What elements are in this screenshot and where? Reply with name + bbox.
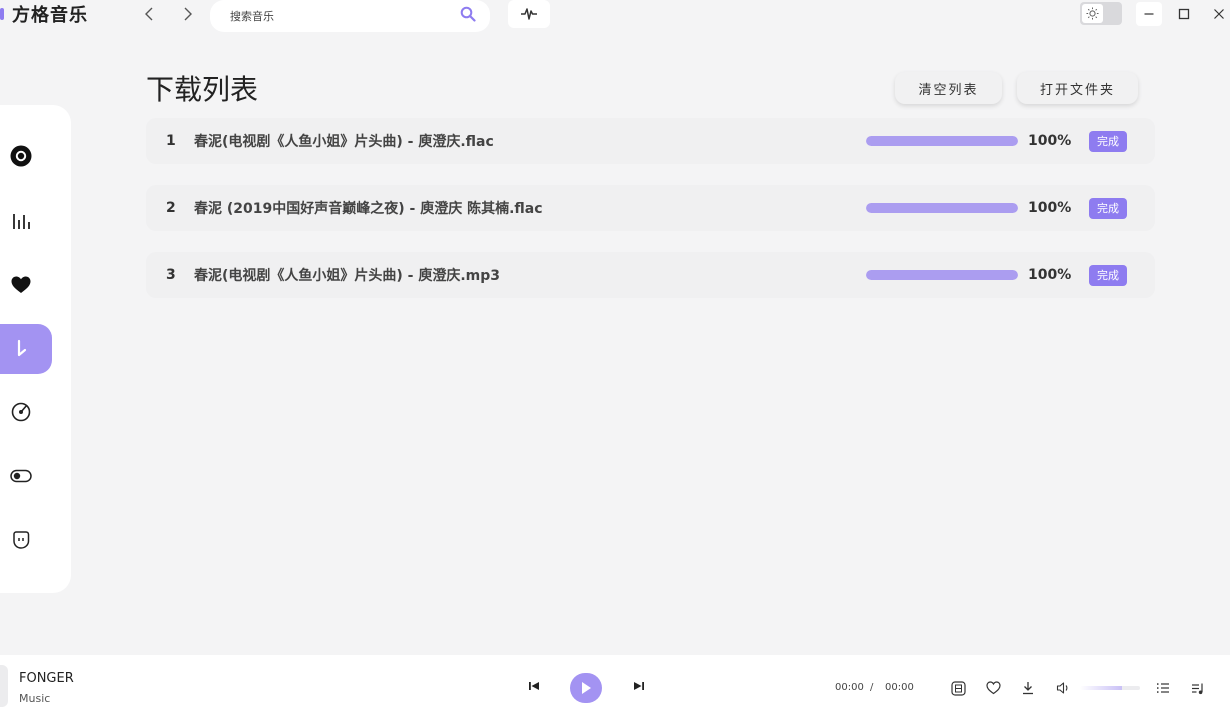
download-progress-bar bbox=[866, 203, 1018, 213]
previous-button[interactable] bbox=[523, 675, 545, 697]
waveform-icon bbox=[521, 8, 537, 20]
download-file-name: 春泥 (2019中国好声音巅峰之夜) - 庾澄庆 陈其楠.flac bbox=[194, 201, 543, 217]
play-button[interactable] bbox=[570, 673, 602, 703]
page-title: 下载列表 bbox=[146, 73, 259, 106]
logo-mark bbox=[0, 8, 4, 20]
minimize-button[interactable] bbox=[1136, 2, 1162, 26]
list-order-icon bbox=[1157, 683, 1169, 693]
skip-previous-icon bbox=[529, 682, 539, 690]
volume-icon bbox=[1056, 682, 1067, 694]
lyrics-icon bbox=[950, 680, 966, 696]
download-index: 3 bbox=[166, 267, 176, 283]
close-button[interactable] bbox=[1206, 2, 1230, 26]
song-artist: Music bbox=[19, 692, 51, 705]
download-percent: 100% bbox=[1028, 267, 1072, 283]
download-row[interactable]: 1 春泥(电视剧《人鱼小姐》片头曲) - 庾澄庆.flac 100% 完成 bbox=[146, 118, 1155, 164]
download-icon bbox=[17, 339, 27, 357]
next-button[interactable] bbox=[628, 675, 650, 697]
download-row[interactable]: 3 春泥(电视剧《人鱼小姐》片头曲) - 庾澄庆.mp3 100% 完成 bbox=[146, 252, 1155, 298]
playlist-icon bbox=[1192, 683, 1203, 694]
maximize-icon bbox=[1178, 8, 1190, 20]
sidebar-item-favorites[interactable] bbox=[0, 260, 52, 310]
download-file-name: 春泥(电视剧《人鱼小姐》片头曲) - 庾澄庆.flac bbox=[194, 134, 494, 150]
download-button[interactable] bbox=[1019, 679, 1037, 697]
maximize-button[interactable] bbox=[1171, 2, 1197, 26]
download-progress-fill bbox=[866, 270, 1018, 280]
sidebar-item-radio[interactable] bbox=[0, 387, 52, 437]
total-time: 00:00 bbox=[885, 682, 914, 693]
skip-next-icon bbox=[634, 682, 644, 690]
download-list: 1 春泥(电视剧《人鱼小姐》片头曲) - 庾澄庆.flac 100% 完成 2 … bbox=[146, 118, 1155, 319]
playback-mode-button[interactable] bbox=[1154, 679, 1172, 697]
minimize-icon bbox=[1144, 13, 1154, 15]
sidebar-item-settings[interactable] bbox=[0, 451, 52, 501]
lyrics-button[interactable] bbox=[949, 679, 967, 697]
download-percent: 100% bbox=[1028, 200, 1072, 216]
search-input[interactable] bbox=[230, 9, 460, 23]
clear-list-button[interactable]: 清空列表 bbox=[895, 72, 1002, 104]
theme-toggle[interactable] bbox=[1080, 2, 1122, 25]
like-button[interactable] bbox=[984, 679, 1002, 697]
app-logo: 方格音乐 bbox=[0, 2, 88, 26]
back-button[interactable] bbox=[140, 4, 160, 24]
album-cover[interactable] bbox=[0, 665, 8, 707]
status-badge: 完成 bbox=[1089, 130, 1127, 152]
sun-icon bbox=[1086, 7, 1099, 20]
close-icon bbox=[1214, 9, 1224, 19]
download-arrow-icon bbox=[1023, 682, 1033, 695]
download-index: 2 bbox=[166, 200, 176, 216]
forward-button[interactable] bbox=[177, 4, 197, 24]
download-progress-bar bbox=[866, 136, 1018, 146]
download-index: 1 bbox=[166, 133, 176, 149]
search-box bbox=[210, 0, 490, 32]
status-badge: 完成 bbox=[1089, 197, 1127, 219]
download-row[interactable]: 2 春泥 (2019中国好声音巅峰之夜) - 庾澄庆 陈其楠.flac 100%… bbox=[146, 185, 1155, 231]
download-progress-fill bbox=[866, 203, 1018, 213]
sidebar-item-about[interactable] bbox=[0, 515, 52, 565]
theme-knob bbox=[1082, 4, 1103, 23]
app-name: 方格音乐 bbox=[12, 5, 88, 26]
sidebar-item-charts[interactable] bbox=[0, 196, 52, 246]
download-progress-bar bbox=[866, 270, 1018, 280]
sidebar bbox=[0, 105, 71, 593]
time-separator: / bbox=[870, 682, 874, 693]
player-bar: FONGER Music 00:00 / 00:00 bbox=[0, 655, 1230, 716]
face-icon bbox=[13, 531, 30, 549]
playlist-button[interactable] bbox=[1189, 679, 1207, 697]
audio-visualizer-button[interactable] bbox=[508, 0, 550, 28]
status-badge: 完成 bbox=[1089, 264, 1127, 286]
play-icon bbox=[582, 682, 591, 694]
vinyl-icon bbox=[11, 402, 31, 422]
chevron-left-icon bbox=[145, 7, 153, 21]
download-file-name: 春泥(电视剧《人鱼小姐》片头曲) - 庾澄庆.mp3 bbox=[194, 268, 501, 284]
chevron-right-icon bbox=[184, 7, 192, 21]
search-icon[interactable] bbox=[460, 6, 476, 26]
song-title: FONGER bbox=[19, 671, 74, 686]
download-progress-fill bbox=[866, 136, 1018, 146]
volume-slider[interactable] bbox=[1080, 686, 1140, 690]
toggle-icon bbox=[10, 469, 32, 483]
open-folder-button[interactable]: 打开文件夹 bbox=[1017, 72, 1138, 104]
disc-icon bbox=[10, 145, 32, 167]
sidebar-item-downloads[interactable] bbox=[0, 324, 52, 374]
heart-icon bbox=[11, 276, 31, 293]
sidebar-item-discover[interactable] bbox=[0, 131, 52, 181]
chart-bars-icon bbox=[13, 214, 30, 229]
heart-outline-icon bbox=[985, 681, 1001, 695]
volume-button[interactable] bbox=[1054, 679, 1072, 697]
current-time: 00:00 bbox=[835, 682, 864, 693]
download-percent: 100% bbox=[1028, 133, 1072, 149]
